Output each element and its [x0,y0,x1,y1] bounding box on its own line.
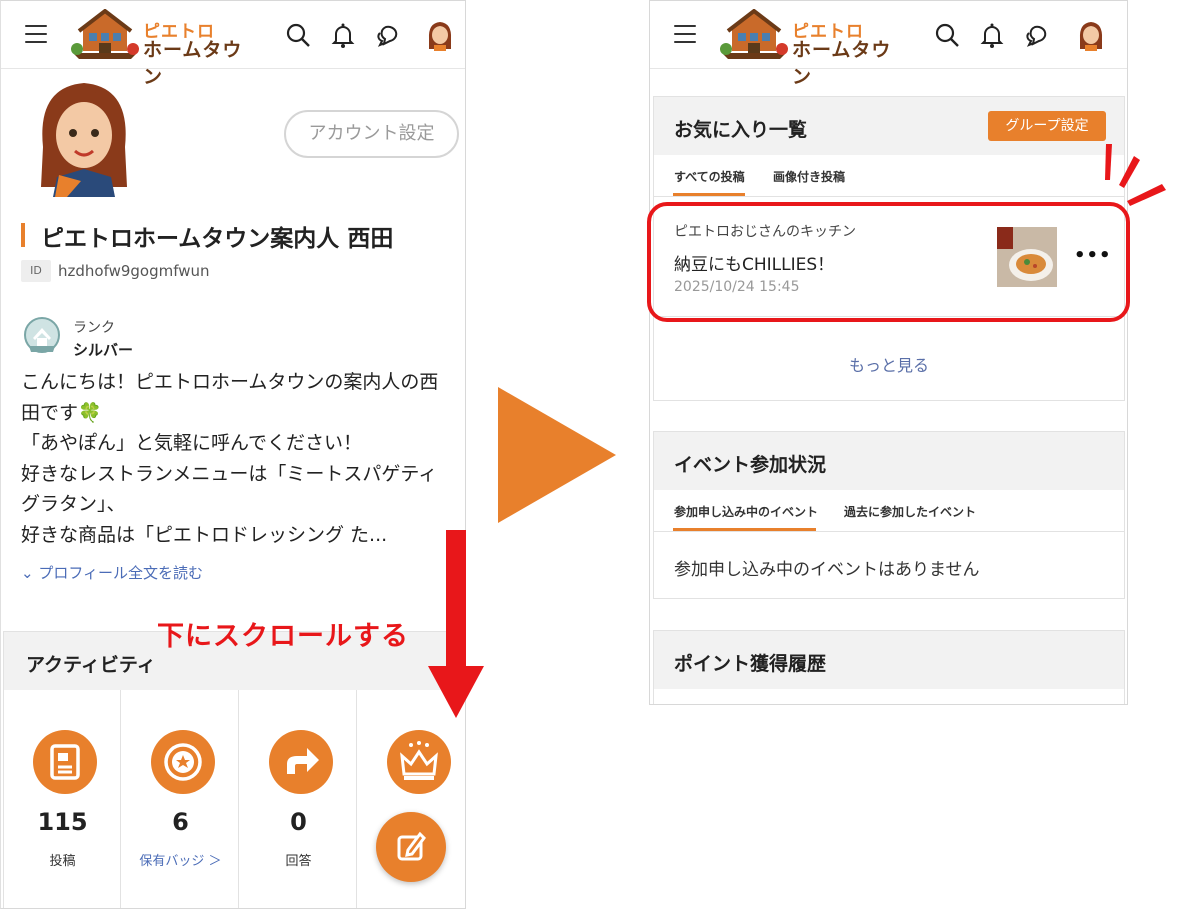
post-icon [33,730,97,794]
tab-applying-events[interactable]: 参加申し込み中のイベント [674,503,818,520]
menu-icon[interactable] [25,25,47,43]
play-arrow-icon [498,387,616,523]
bio-line: 「あやぽん」と気軽に呼んでください！ [21,432,363,454]
edit-icon [397,831,426,861]
events-section: イベント参加状況 参加申し込み中のイベント 過去に参加したイベント 参加申し込み… [653,431,1125,599]
emphasis-lines-icon [1105,144,1166,206]
favorites-title: お気に入り一覧 [674,119,808,141]
events-title: イベント参加状況 [674,454,827,476]
id-tag: ID [21,260,51,282]
mypage-screen: ピエトロ ホームタウン お気に入り一覧 グループ設定 すべての投稿 画像付き投稿… [649,0,1128,705]
profile-avatar [41,83,127,197]
logo-text-bottom: ホームタウン [143,39,243,88]
logo[interactable]: ピエトロ ホームタウン [69,8,259,88]
logo-house-icon [720,8,788,59]
stat-posts[interactable]: 115 投稿 [4,690,121,908]
highlight-box [647,202,1130,322]
profile-bio: こんにちは！ピエトロホームタウンの案内人の西 田です🍀 「あやぽん」と気軽に呼ん… [21,367,461,550]
logo-text-bottom: ホームタウン [792,39,892,88]
menu-icon[interactable] [674,25,696,43]
name-accent-bar [21,223,25,247]
points-section: ポイント獲得履歴 [653,630,1125,704]
favorites-tabs: すべての投稿 画像付き投稿 [654,155,1124,197]
activity-title: アクティビティ [26,654,156,676]
stat-value: 6 [172,808,189,836]
bio-line: グラタン」、 [21,493,126,515]
stat-label: 投稿 [49,854,76,869]
stat-label: 回答 [285,854,312,869]
comparison-stage: ピエトロ ホームタウン アカウント設定 ピエトロホームタウン案内人 西田 ID … [0,0,1200,909]
user-id: hzdhofw9gogmfwun [58,262,210,280]
stat-answers[interactable]: 0 回答 [240,690,357,908]
profile-screen: ピエトロ ホームタウン アカウント設定 ピエトロホームタウン案内人 西田 ID … [0,0,466,909]
stat-label: 保有バッジ ＞ [139,854,222,869]
badge-icon [151,730,215,794]
bell-icon[interactable] [329,21,357,49]
search-icon[interactable] [933,21,961,49]
tab-image-posts[interactable]: 画像付き投稿 [773,168,845,185]
group-settings-button[interactable]: グループ設定 [988,111,1106,141]
logo-house-icon [71,8,139,59]
bio-line: 田です🍀 [21,401,102,424]
bio-line: 好きな商品は「ピエトロドレッシング た... [21,523,388,546]
logo[interactable]: ピエトロ ホームタウン [718,8,908,88]
rank-value: シルバー [73,341,134,359]
points-header: ポイント獲得履歴 [654,631,1124,689]
tab-all-posts[interactable]: すべての投稿 [674,168,745,185]
events-empty-message: 参加申し込み中のイベントはありません [674,560,980,580]
points-title: ポイント獲得履歴 [674,653,827,675]
see-more-link[interactable]: もっと見る [654,352,1124,376]
rank-badge-icon [24,317,60,353]
events-tabs: 参加申し込み中のイベント 過去に参加したイベント [654,490,1124,532]
avatar[interactable] [426,19,454,51]
search-icon[interactable] [284,21,312,49]
crown-icon [387,730,451,794]
stat-badges[interactable]: 6 保有バッジ ＞ [122,690,239,908]
events-header: イベント参加状況 [654,432,1124,490]
read-more-label: プロフィール全文を読む [38,564,204,582]
read-full-profile-link[interactable]: ⌄ プロフィール全文を読む [21,562,203,583]
favorites-header: お気に入り一覧 グループ設定 [654,97,1124,155]
account-settings-button[interactable]: アカウント設定 [284,110,459,158]
rank-label: ランク [73,320,115,336]
profile-name: ピエトロホームタウン案内人 西田 [41,226,394,252]
app-header: ピエトロ ホームタウン [650,1,1127,88]
bell-icon[interactable] [978,21,1006,49]
chat-icon[interactable] [376,21,404,49]
chat-icon[interactable] [1025,21,1053,49]
arrow-down-icon [428,530,484,718]
avatar[interactable] [1077,19,1105,51]
bio-line: こんにちは！ピエトロホームタウンの案内人の西 [21,371,439,393]
active-tab-indicator [673,193,745,196]
answer-icon [269,730,333,794]
compose-button[interactable] [376,812,446,882]
active-tab-indicator [673,528,816,531]
tab-past-events[interactable]: 過去に参加したイベント [844,503,976,520]
app-header: ピエトロ ホームタウン [1,1,465,88]
scroll-instruction: 下にスクロールする [157,621,409,652]
bio-line: 好きなレストランメニューは「ミートスパゲティ [21,462,438,485]
chevron-down-icon: ⌄ [21,564,34,582]
stat-value: 0 [290,808,307,836]
stat-value: 115 [37,808,88,836]
